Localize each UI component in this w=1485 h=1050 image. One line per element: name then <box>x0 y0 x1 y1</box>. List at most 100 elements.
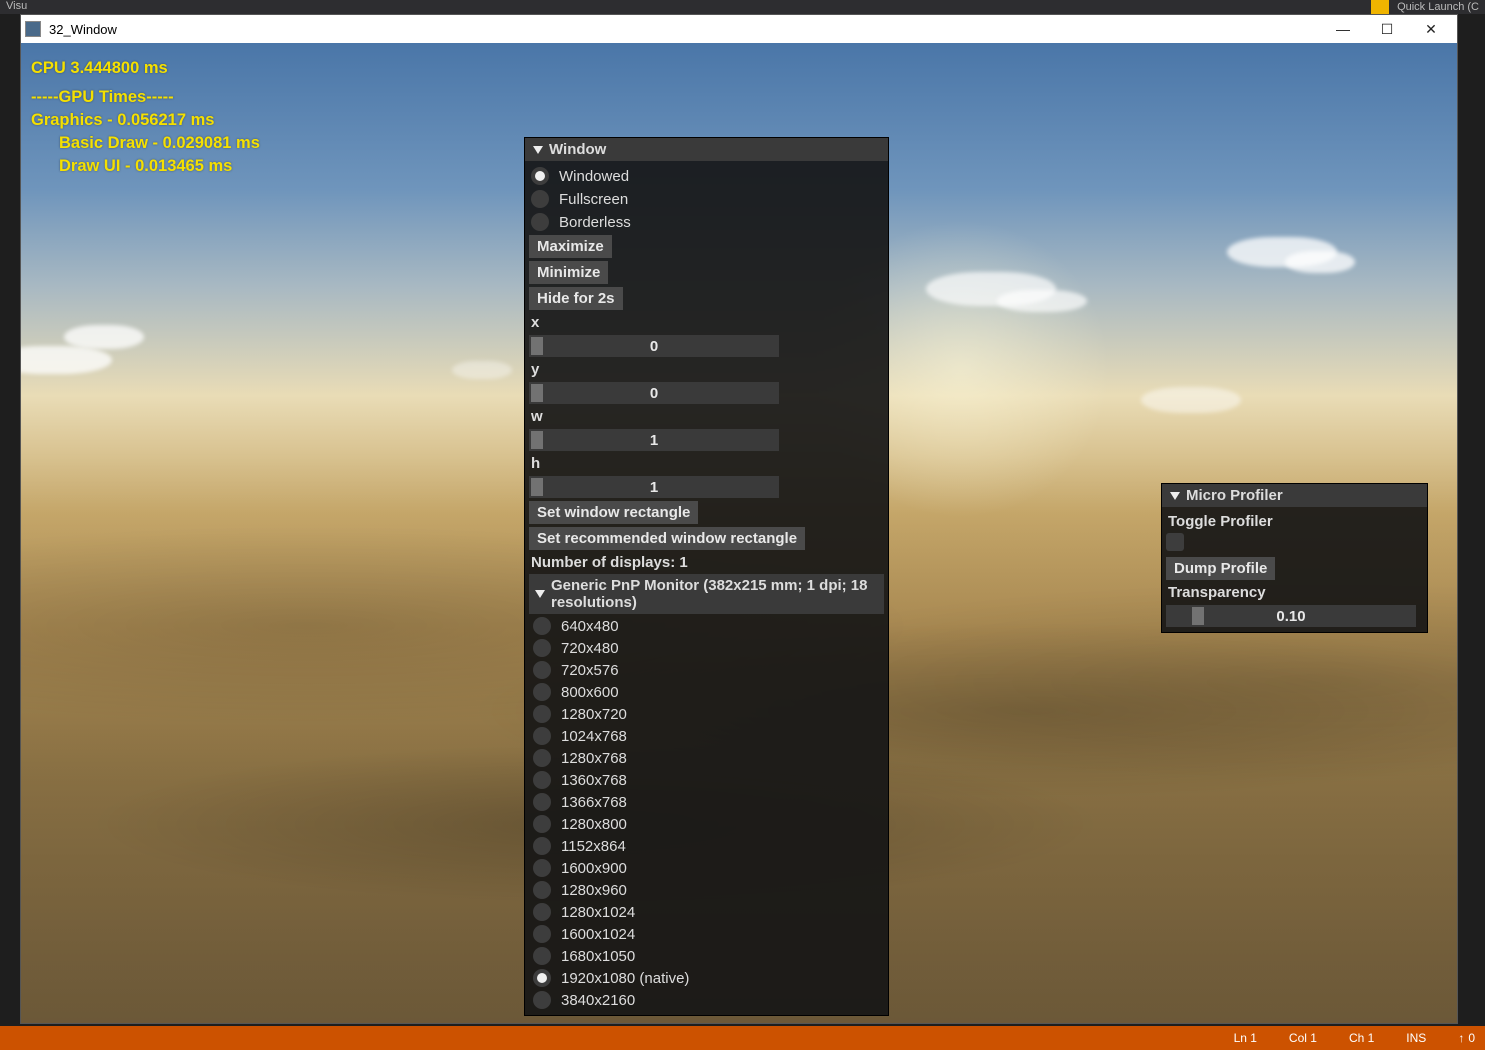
slider-x-label: x <box>529 312 884 333</box>
resolution-label: 720x480 <box>561 640 619 657</box>
radio-dot-icon <box>533 705 551 723</box>
radio-dot-icon <box>533 727 551 745</box>
upload-icon[interactable]: ↑ <box>1458 1031 1464 1045</box>
radio-dot-icon <box>533 815 551 833</box>
slider-handle-icon[interactable] <box>531 478 543 496</box>
viewport-3d[interactable]: CPU 3.444800 ms -----GPU Times----- Grap… <box>21 43 1457 1023</box>
ide-top-bar: Visu Quick Launch (C <box>0 0 1485 14</box>
ide-status-bar: Ln 1 Col 1 Ch 1 INS ↑ 0 <box>0 1026 1485 1050</box>
radio-resolution[interactable]: 1024x768 <box>531 725 884 747</box>
radio-dot-icon <box>533 837 551 855</box>
slider-x[interactable]: 0 <box>529 335 779 357</box>
radio-dot-icon <box>533 925 551 943</box>
panel-window-titlebar[interactable]: Window <box>525 138 888 161</box>
btn-set-rect[interactable]: Set window rectangle <box>529 501 698 524</box>
toggle-profiler-checkbox[interactable] <box>1166 533 1423 555</box>
btn-hide[interactable]: Hide for 2s <box>529 287 623 310</box>
radio-dot-icon <box>533 771 551 789</box>
radio-fullscreen[interactable]: Fullscreen <box>529 188 884 210</box>
radio-dot-icon <box>533 683 551 701</box>
radio-resolution[interactable]: 1600x1024 <box>531 923 884 945</box>
radio-resolution[interactable]: 1280x1024 <box>531 901 884 923</box>
radio-dot-icon <box>533 749 551 767</box>
quick-launch-text[interactable]: Quick Launch (C <box>1397 1 1479 13</box>
status-ln: Ln 1 <box>1234 1031 1257 1045</box>
resolution-label: 640x480 <box>561 618 619 635</box>
btn-minimize[interactable]: Minimize <box>529 261 608 284</box>
collapse-icon[interactable] <box>533 146 543 154</box>
panel-profiler-titlebar[interactable]: Micro Profiler <box>1162 484 1427 507</box>
overlay-graphics: Graphics - 0.056217 ms <box>31 109 260 132</box>
slider-handle-icon[interactable] <box>531 337 543 355</box>
resolution-label: 1280x960 <box>561 882 627 899</box>
radio-resolution[interactable]: 1360x768 <box>531 769 884 791</box>
radio-resolution[interactable]: 640x480 <box>531 615 884 637</box>
radio-resolution[interactable]: 800x600 <box>531 681 884 703</box>
slider-handle-icon[interactable] <box>531 384 543 402</box>
slider-y-label: y <box>529 359 884 380</box>
radio-resolution[interactable]: 1280x800 <box>531 813 884 835</box>
btn-set-recommended[interactable]: Set recommended window rectangle <box>529 527 805 550</box>
collapse-icon[interactable] <box>535 590 545 598</box>
app-icon <box>25 21 41 37</box>
btn-maximize[interactable]: Maximize <box>529 235 612 258</box>
overlay-gpu-header: -----GPU Times----- <box>31 86 260 109</box>
slider-w-value: 1 <box>650 432 658 449</box>
titlebar[interactable]: 32_Window — ☐ ✕ <box>21 15 1457 43</box>
resolution-label: 1600x1024 <box>561 926 635 943</box>
panel-window-title: Window <box>549 141 606 158</box>
num-displays-label: Number of displays: 1 <box>529 552 884 573</box>
slider-handle-icon[interactable] <box>531 431 543 449</box>
radio-resolution[interactable]: 3840x2160 <box>531 989 884 1011</box>
monitor-header-label: Generic PnP Monitor (382x215 mm; 1 dpi; … <box>551 577 878 611</box>
resolution-label: 1920x1080 (native) <box>561 970 689 987</box>
close-button[interactable]: ✕ <box>1409 15 1453 43</box>
panel-profiler-title: Micro Profiler <box>1186 487 1283 504</box>
status-ins: INS <box>1406 1031 1426 1045</box>
ide-top-left: Visu <box>6 0 27 14</box>
radio-borderless[interactable]: Borderless <box>529 211 884 233</box>
radio-resolution[interactable]: 1366x768 <box>531 791 884 813</box>
slider-y-value: 0 <box>650 385 658 402</box>
radio-borderless-label: Borderless <box>559 214 631 231</box>
status-ch: Ch 1 <box>1349 1031 1374 1045</box>
window-title: 32_Window <box>49 22 1321 37</box>
radio-windowed-label: Windowed <box>559 168 629 185</box>
resolution-label: 3840x2160 <box>561 992 635 1009</box>
radio-dot-icon <box>533 947 551 965</box>
radio-resolution[interactable]: 1920x1080 (native) <box>531 967 884 989</box>
resolution-label: 1152x864 <box>561 838 626 855</box>
status-err: 0 <box>1468 1031 1475 1045</box>
slider-h[interactable]: 1 <box>529 476 779 498</box>
notification-icon[interactable] <box>1371 0 1389 14</box>
resolution-label: 1280x800 <box>561 816 627 833</box>
radio-dot-icon <box>533 859 551 877</box>
minimize-button[interactable]: — <box>1321 15 1365 43</box>
slider-transparency-value: 0.10 <box>1276 608 1305 625</box>
radio-resolution[interactable]: 1152x864 <box>531 835 884 857</box>
radio-dot-icon <box>533 881 551 899</box>
radio-resolution[interactable]: 1280x960 <box>531 879 884 901</box>
radio-resolution[interactable]: 1280x720 <box>531 703 884 725</box>
slider-handle-icon[interactable] <box>1192 607 1204 625</box>
panel-micro-profiler[interactable]: Micro Profiler Toggle Profiler Dump Prof… <box>1161 483 1428 633</box>
radio-resolution[interactable]: 1280x768 <box>531 747 884 769</box>
maximize-button[interactable]: ☐ <box>1365 15 1409 43</box>
radio-windowed[interactable]: Windowed <box>529 165 884 187</box>
slider-transparency[interactable]: 0.10 <box>1166 605 1416 627</box>
monitor-header[interactable]: Generic PnP Monitor (382x215 mm; 1 dpi; … <box>529 574 884 614</box>
slider-y[interactable]: 0 <box>529 382 779 404</box>
slider-w-label: w <box>529 406 884 427</box>
radio-fullscreen-label: Fullscreen <box>559 191 628 208</box>
radio-resolution[interactable]: 720x576 <box>531 659 884 681</box>
radio-resolution[interactable]: 1600x900 <box>531 857 884 879</box>
radio-resolution[interactable]: 720x480 <box>531 637 884 659</box>
collapse-icon[interactable] <box>1170 492 1180 500</box>
radio-resolution[interactable]: 1680x1050 <box>531 945 884 967</box>
radio-dot-icon <box>533 639 551 657</box>
overlay-basic-draw: Basic Draw - 0.029081 ms <box>31 132 260 155</box>
panel-window[interactable]: Window Windowed Fullscreen Borderless Ma… <box>524 137 889 1016</box>
btn-dump-profile[interactable]: Dump Profile <box>1166 557 1275 580</box>
overlay-cpu: CPU 3.444800 ms <box>31 57 260 80</box>
slider-w[interactable]: 1 <box>529 429 779 451</box>
